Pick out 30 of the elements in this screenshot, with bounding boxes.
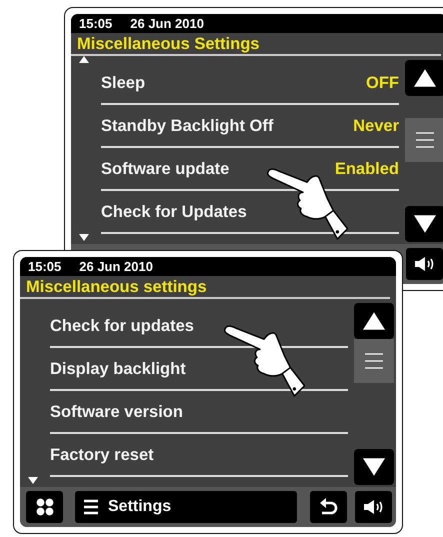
- scroll-down-button[interactable]: [354, 449, 394, 485]
- menu-icon: [84, 499, 98, 515]
- up-triangle-icon: [363, 312, 385, 330]
- speaker-icon: [362, 499, 384, 515]
- speaker-icon: [414, 256, 436, 272]
- scroll-down-button[interactable]: [405, 206, 443, 242]
- scroll-up-button[interactable]: [354, 303, 394, 339]
- four-dots-icon: [36, 498, 54, 516]
- screen-title: Miscellaneous settings: [20, 276, 390, 299]
- menu-item[interactable]: Standby Backlight Off Never: [101, 105, 399, 148]
- up-triangle-icon: [414, 69, 436, 87]
- screen-title: Miscellaneous Settings: [71, 33, 441, 56]
- volume-button[interactable]: [355, 491, 392, 523]
- volume-button[interactable]: [406, 248, 443, 280]
- clock-time: 15:05: [79, 16, 112, 31]
- date-text: 26 Jun 2010: [130, 16, 204, 31]
- back-arrow-icon: [318, 498, 338, 516]
- menu-item[interactable]: Software version: [50, 391, 348, 434]
- down-triangle-icon: [414, 215, 436, 233]
- clock-time: 15:05: [28, 259, 62, 274]
- back-button[interactable]: [310, 491, 347, 523]
- scroll-thumb[interactable]: [354, 339, 394, 383]
- menu-item[interactable]: Sleep OFF: [101, 62, 399, 105]
- menu-item[interactable]: Factory reset: [50, 434, 348, 477]
- scroll-up-button[interactable]: [405, 60, 443, 96]
- scroll-thumb[interactable]: [405, 118, 443, 162]
- down-triangle-icon: [363, 458, 385, 476]
- date-text: 26 Jun 2010: [79, 259, 153, 274]
- apps-button[interactable]: [26, 491, 63, 523]
- menu-button[interactable]: Settings: [75, 491, 297, 523]
